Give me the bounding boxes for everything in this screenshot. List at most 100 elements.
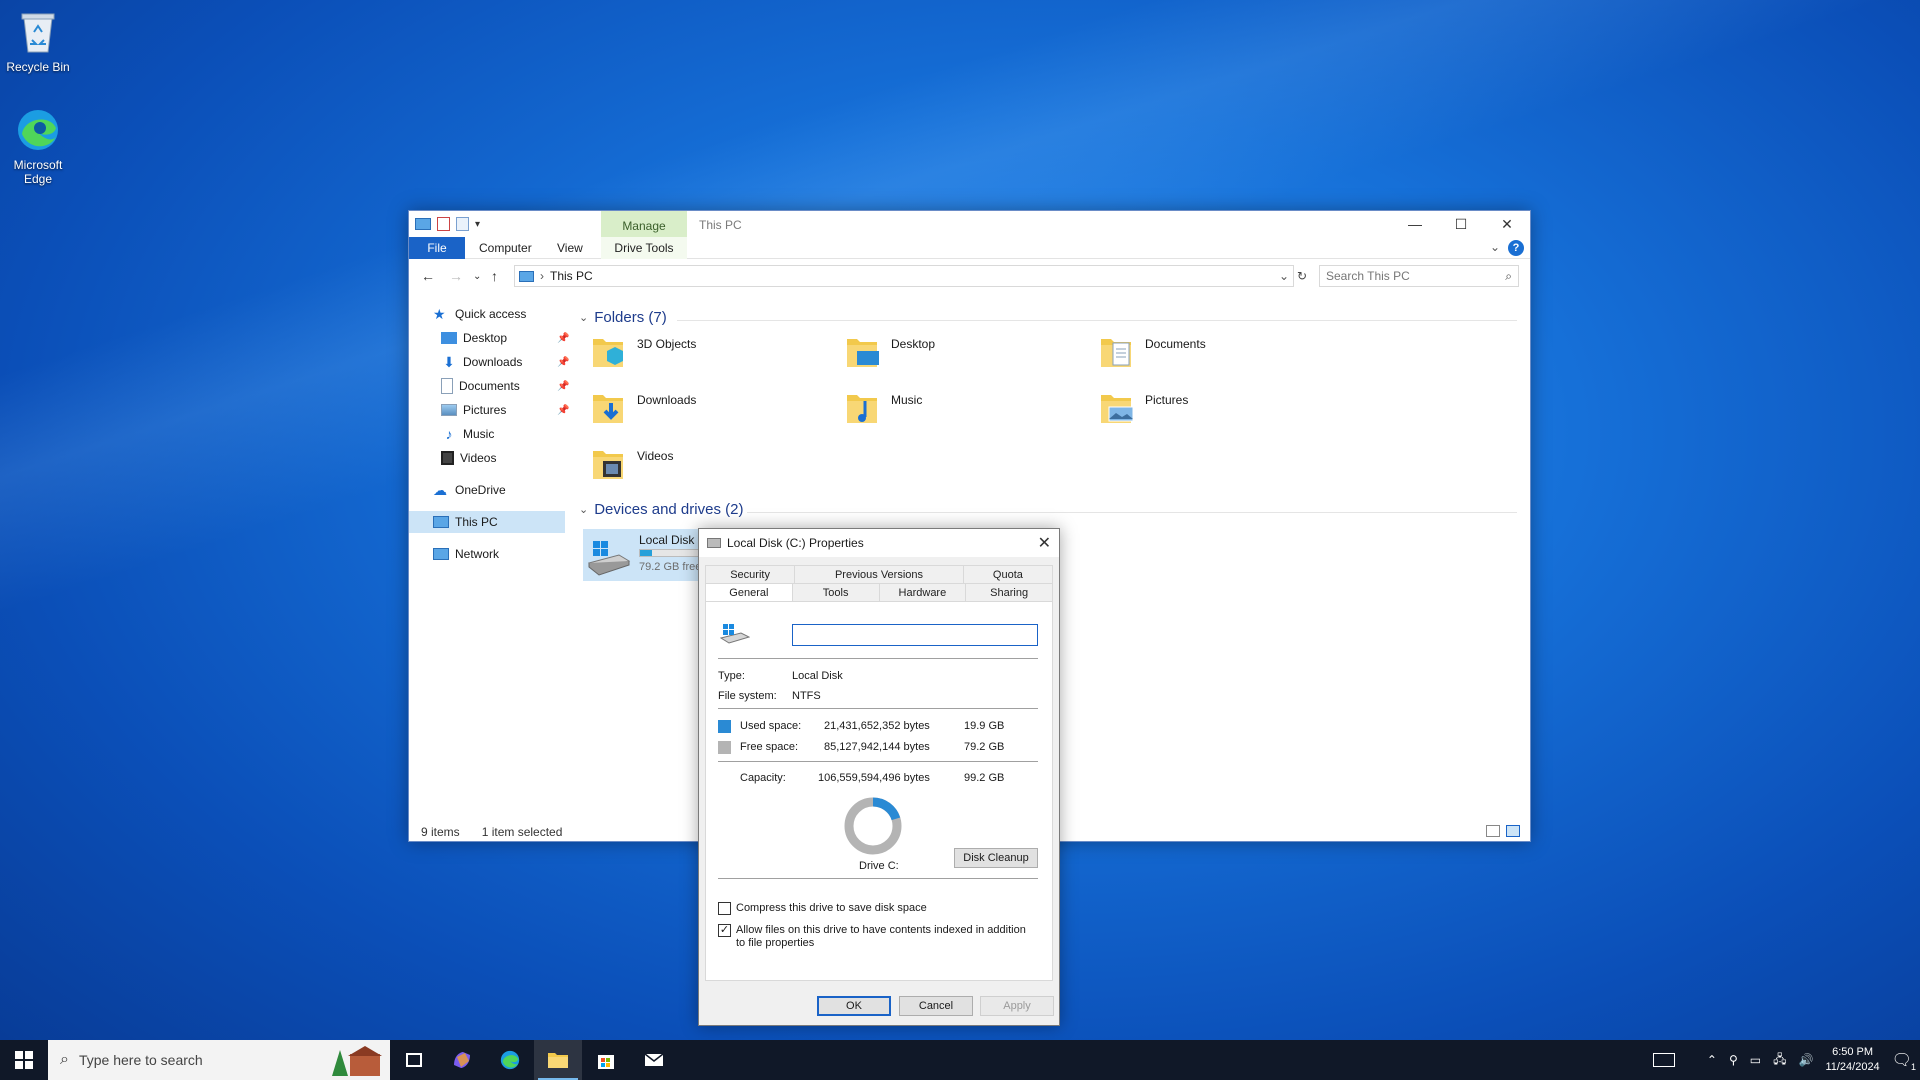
tab-hardware[interactable]: Hardware (878, 583, 966, 601)
meet-now-icon[interactable]: ⚲ (1729, 1053, 1738, 1067)
tab-drive-tools[interactable]: Drive Tools (601, 237, 687, 259)
minimize-button[interactable]: — (1392, 211, 1438, 237)
copilot-button[interactable] (438, 1040, 486, 1080)
drive-name: Local Disk ( (639, 533, 702, 547)
clock[interactable]: 6:50 PM 11/24/2024 (1825, 1045, 1879, 1075)
tab-view[interactable]: View (543, 237, 597, 259)
music-folder-icon (847, 395, 877, 423)
apply-button[interactable]: Apply (980, 996, 1054, 1016)
folder-music[interactable]: Music (843, 389, 922, 427)
ok-button[interactable]: OK (817, 996, 891, 1016)
folder-pictures[interactable]: Pictures (1097, 389, 1188, 427)
tab-security[interactable]: Security (705, 565, 795, 583)
store-taskbar-button[interactable] (582, 1040, 630, 1080)
type-value: Local Disk (792, 670, 843, 682)
view-buttons (1486, 825, 1520, 837)
index-checkbox[interactable]: ✓ (718, 924, 731, 937)
tab-sharing[interactable]: Sharing (965, 583, 1053, 601)
mail-taskbar-button[interactable] (630, 1040, 678, 1080)
battery-icon[interactable]: ▭ (1750, 1053, 1761, 1067)
video-icon (441, 451, 454, 465)
desktop-icon (441, 332, 457, 344)
desktop-icon-recycle-bin[interactable]: Recycle Bin (0, 8, 76, 74)
task-view-button[interactable] (390, 1040, 438, 1080)
nav-quick-access[interactable]: ★ Quick access (433, 303, 526, 325)
taskbar-search-input[interactable]: ⌕ Type here to search (48, 1040, 390, 1080)
new-folder-icon[interactable] (456, 217, 469, 231)
disk-cleanup-button[interactable]: Disk Cleanup (954, 848, 1038, 868)
tab-general[interactable]: General (705, 583, 792, 601)
cancel-button[interactable]: Cancel (899, 996, 973, 1016)
nav-this-pc[interactable]: This PC (409, 511, 565, 533)
details-view-icon[interactable] (1486, 825, 1500, 837)
used-space-label: Used space: (740, 720, 802, 732)
drives-group-header[interactable]: ⌄ Devices and drives (2) (579, 501, 743, 518)
search-icon: ⌕ (60, 1051, 69, 1068)
search-input[interactable]: Search This PC ⌕ (1319, 265, 1519, 287)
nav-downloads[interactable]: ⬇ Downloads 📌 (441, 351, 571, 373)
network-icon[interactable]: 🖧 (1773, 1050, 1786, 1071)
tab-tools[interactable]: Tools (791, 583, 879, 601)
close-button[interactable]: ✕ (1484, 211, 1530, 237)
notifications-icon[interactable]: 🗨 1 (1892, 1050, 1916, 1072)
back-arrow-icon[interactable]: ← (421, 268, 435, 284)
desktop-folder-icon (847, 339, 879, 367)
drive-label-input[interactable] (792, 624, 1038, 646)
edge-taskbar-button[interactable] (486, 1040, 534, 1080)
file-explorer-taskbar-button[interactable] (534, 1040, 582, 1080)
videos-folder-icon (593, 451, 623, 479)
keyboard-icon[interactable] (1652, 1053, 1675, 1067)
pin-icon: 📌 (557, 332, 570, 344)
tab-computer[interactable]: Computer (465, 237, 546, 259)
nav-music[interactable]: ♪ Music (441, 423, 495, 445)
chevron-down-icon[interactable]: ▾ (475, 219, 480, 230)
breadcrumb[interactable]: This PC (550, 269, 593, 283)
chevron-down-icon[interactable]: ⌄ (1279, 269, 1289, 283)
windows-logo-icon (15, 1051, 33, 1069)
folders-group-header[interactable]: ⌄ Folders (7) (579, 309, 667, 326)
drive-tile-local-disk[interactable]: Local Disk ( 79.2 GB free (583, 529, 703, 581)
folder-name: Music (891, 393, 923, 407)
group-title: Devices and drives (2) (594, 501, 744, 518)
compress-checkbox[interactable] (718, 902, 731, 915)
picture-icon (441, 404, 457, 416)
status-item-count: 9 items (421, 825, 460, 839)
large-icons-view-icon[interactable] (1506, 825, 1520, 837)
divider (747, 512, 1517, 513)
computer-icon[interactable] (415, 218, 431, 230)
free-space-bytes: 85,127,942,144 bytes (824, 741, 930, 753)
tab-previous-versions[interactable]: Previous Versions (794, 565, 963, 583)
address-bar[interactable]: › This PC ⌄ (514, 265, 1294, 287)
help-icon[interactable]: ? (1508, 240, 1524, 256)
search-placeholder: Search This PC (1326, 269, 1410, 283)
show-hidden-icons-chevron-icon[interactable]: ⌃ (1707, 1053, 1717, 1067)
folder-downloads[interactable]: Downloads (589, 389, 696, 427)
tab-quota[interactable]: Quota (962, 565, 1053, 583)
properties-icon[interactable] (437, 217, 450, 231)
volume-icon[interactable]: 🔊 (1798, 1053, 1813, 1067)
nav-onedrive[interactable]: ☁ OneDrive (433, 479, 506, 501)
recent-chevron-icon[interactable]: ⌄ (473, 271, 481, 282)
nav-network[interactable]: Network (433, 543, 499, 565)
folder-documents[interactable]: Documents (1097, 333, 1206, 371)
nav-videos[interactable]: Videos (441, 447, 496, 469)
chevron-down-icon[interactable]: ⌄ (1490, 240, 1500, 254)
desktop-icon-microsoft-edge[interactable]: Microsoft Edge (0, 106, 76, 186)
tab-file[interactable]: File (409, 237, 465, 259)
refresh-icon[interactable]: ↻ (1297, 269, 1307, 283)
forward-arrow-icon[interactable]: → (449, 268, 463, 284)
capacity-label: Capacity: (740, 772, 786, 784)
search-icon: ⌕ (1505, 269, 1512, 283)
up-arrow-icon[interactable]: ↑ (491, 268, 498, 284)
nav-pictures[interactable]: Pictures 📌 (441, 399, 571, 421)
nav-documents[interactable]: Documents 📌 (441, 375, 571, 397)
computer-icon (519, 270, 534, 282)
folder-3d-objects[interactable]: 3D Objects (589, 333, 696, 371)
folder-videos[interactable]: Videos (589, 445, 673, 483)
nav-desktop[interactable]: Desktop 📌 (441, 327, 571, 349)
close-icon[interactable]: ✕ (1038, 533, 1051, 553)
folder-desktop[interactable]: Desktop (843, 333, 935, 371)
start-button[interactable] (0, 1040, 48, 1080)
maximize-button[interactable]: ☐ (1438, 211, 1484, 237)
folder-name: Downloads (637, 393, 697, 407)
